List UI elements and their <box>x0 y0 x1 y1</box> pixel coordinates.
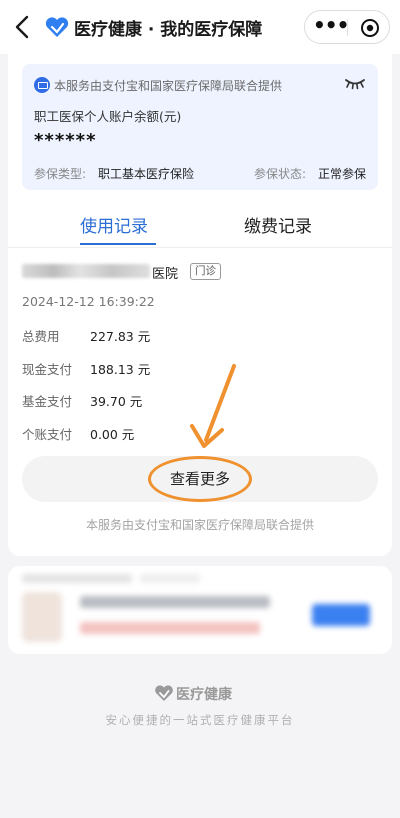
promo-tag-redacted <box>80 622 260 634</box>
page: 医疗健康 · 我的医疗保障 ••• 本服务由支付宝和国家医疗保障局联合提供 职工… <box>0 0 400 818</box>
promo-heading-redacted <box>22 574 132 583</box>
eye-closed-icon[interactable] <box>344 76 366 90</box>
fund-payment-label: 基金支付 <box>22 394 73 409</box>
promo-banner[interactable] <box>8 566 392 654</box>
mini-program-capsule: ••• <box>304 10 390 44</box>
balance-value: ****** <box>34 130 97 151</box>
hospital-name-suffix: 医院 <box>152 267 179 282</box>
promo-title-redacted <box>80 596 270 608</box>
page-title: 医疗健康 · 我的医疗保障 <box>74 20 263 40</box>
total-fee-value: 227.83 元 <box>90 329 151 344</box>
promo-image <box>22 592 62 642</box>
account-summary: 本服务由支付宝和国家医疗保障局联合提供 职工医保个人账户余额(元) ******… <box>22 64 378 190</box>
cash-payment-value: 188.13 元 <box>90 362 151 377</box>
tab-usage-records[interactable]: 使用记录 <box>80 212 148 237</box>
header-bar: 医疗健康 · 我的医疗保障 ••• <box>0 0 400 54</box>
provider-logo-icon <box>34 77 50 93</box>
visit-type-badge: 门诊 <box>190 263 221 280</box>
cash-payment-label: 现金支付 <box>22 362 73 377</box>
annotation-arrow-icon <box>190 364 236 448</box>
account-payment-value: 0.00 元 <box>90 427 135 442</box>
promo-action-button[interactable] <box>312 604 370 626</box>
footer-slogan: 安心便捷的一站式医疗健康平台 <box>105 713 295 727</box>
hospital-name-redacted <box>22 264 150 278</box>
promo-banner-redacted <box>8 566 392 654</box>
footer-brand: 医疗健康 <box>176 687 232 703</box>
annotation-circle <box>148 456 252 502</box>
close-target-icon[interactable] <box>360 18 380 38</box>
fund-payment-value: 39.70 元 <box>90 394 143 409</box>
tab-payment-records[interactable]: 缴费记录 <box>244 212 312 237</box>
back-arrow-icon[interactable] <box>10 12 36 42</box>
insurance-type-value: 职工基本医疗保险 <box>98 167 195 181</box>
balance-label: 职工医保个人账户余额(元) <box>34 109 182 124</box>
insurance-type-label: 参保类型: <box>34 167 87 181</box>
record-tabs: 使用记录 缴费记录 <box>8 202 392 248</box>
record-datetime: 2024-12-12 16:39:22 <box>22 294 155 309</box>
provider-text: 本服务由支付宝和国家医疗保障局联合提供 <box>54 79 283 93</box>
more-options-button[interactable]: ••• <box>313 15 349 39</box>
account-payment-label: 个账支付 <box>22 427 73 442</box>
service-footnote: 本服务由支付宝和国家医疗保障局联合提供 <box>85 518 314 532</box>
medical-health-logo-icon <box>45 17 69 37</box>
capsule-divider <box>347 19 348 36</box>
insurance-status-label: 参保状态: <box>254 167 307 181</box>
insurance-card: 本服务由支付宝和国家医疗保障局联合提供 职工医保个人账户余额(元) ******… <box>8 54 392 556</box>
promo-subheading-redacted <box>140 574 200 583</box>
active-tab-indicator <box>80 243 156 245</box>
total-fee-label: 总费用 <box>22 329 60 344</box>
footer-logo-icon <box>155 685 173 701</box>
insurance-status-value: 正常参保 <box>318 167 367 181</box>
